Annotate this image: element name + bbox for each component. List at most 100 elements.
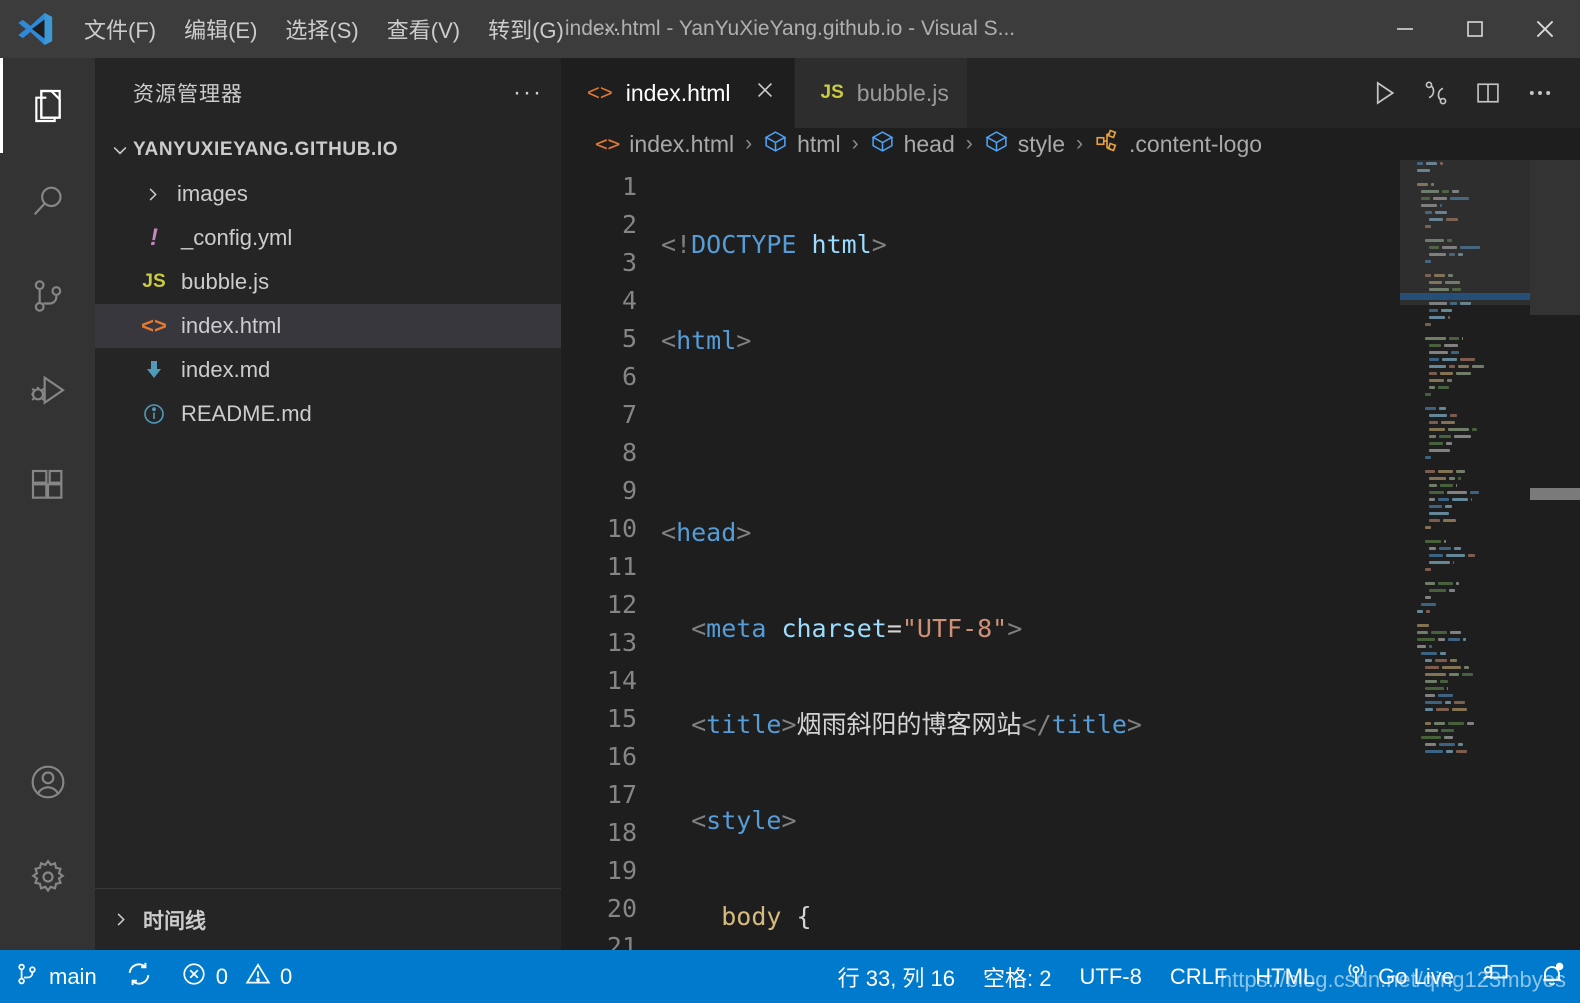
breadcrumb-label: head	[904, 131, 955, 158]
info-icon	[139, 402, 169, 426]
source-control-icon[interactable]	[0, 248, 95, 343]
editor-scrollbar[interactable]	[1530, 160, 1580, 950]
activity-bar	[0, 58, 95, 950]
minimap-line	[1410, 594, 1530, 601]
status-go-live[interactable]: Go Live	[1329, 950, 1468, 1003]
minimap-line	[1410, 608, 1530, 615]
menu-overflow-icon[interactable]: ···	[578, 10, 638, 48]
breadcrumb-item-file[interactable]: <> index.html	[595, 131, 734, 158]
maximize-icon[interactable]	[1440, 0, 1510, 58]
menu-file[interactable]: 文件(F)	[70, 7, 170, 51]
error-count: 0	[216, 964, 228, 990]
git-compare-icon[interactable]	[1410, 58, 1462, 128]
menu-go[interactable]: 转到(G)	[474, 7, 578, 51]
minimap[interactable]	[1400, 160, 1530, 950]
workbench: 资源管理器 ··· YANYUXIEYANG.GITHUB.IO images	[0, 58, 1580, 950]
minimap-line	[1410, 468, 1530, 475]
minimap-line	[1410, 699, 1530, 706]
tree-item-label: _config.yml	[181, 225, 292, 251]
timeline-section[interactable]: 时间线	[95, 888, 561, 950]
status-notifications[interactable]	[1524, 950, 1580, 1003]
line-number: 10	[561, 510, 637, 548]
line-number: 13	[561, 624, 637, 662]
minimap-line	[1410, 573, 1530, 580]
breadcrumb-label: style	[1018, 131, 1065, 158]
menu-view[interactable]: 查看(V)	[373, 7, 474, 51]
minimize-icon[interactable]	[1370, 0, 1440, 58]
breadcrumb-item-html[interactable]: html	[763, 129, 840, 160]
tab-index-html[interactable]: <> index.html	[561, 58, 795, 128]
minimap-line	[1410, 335, 1530, 342]
line-number: 16	[561, 738, 637, 776]
ellipsis-icon[interactable]	[1514, 58, 1566, 128]
sidebar-title: 资源管理器	[133, 78, 243, 108]
tree-item-label: bubble.js	[181, 269, 269, 295]
sidebar-more-actions-icon[interactable]: ···	[513, 79, 543, 107]
breadcrumb-item-content-logo[interactable]: .content-logo	[1094, 128, 1262, 160]
status-sync[interactable]	[111, 950, 167, 1003]
menu-selection[interactable]: 选择(S)	[271, 7, 372, 51]
tree-root-folder[interactable]: YANYUXIEYANG.GITHUB.IO	[95, 128, 561, 172]
line-number: 7	[561, 396, 637, 434]
minimap-slider[interactable]	[1400, 160, 1530, 305]
menu-edit[interactable]: 编辑(E)	[170, 7, 271, 51]
breadcrumb-item-style[interactable]: style	[984, 129, 1065, 160]
status-eol[interactable]: CRLF	[1156, 950, 1241, 1003]
breadcrumb-item-head[interactable]: head	[870, 129, 955, 160]
tree-item-images[interactable]: images	[95, 172, 561, 216]
close-icon[interactable]	[1510, 0, 1580, 58]
minimap-line	[1410, 447, 1530, 454]
minimap-line	[1410, 433, 1530, 440]
status-branch[interactable]: main	[0, 950, 111, 1003]
minimap-line	[1410, 622, 1530, 629]
status-screencast[interactable]	[1468, 950, 1524, 1003]
tree-item-index-html[interactable]: <> index.html	[95, 304, 561, 348]
minimap-line	[1410, 461, 1530, 468]
files-icon[interactable]	[0, 58, 95, 153]
gear-icon[interactable]	[0, 829, 95, 924]
account-icon[interactable]	[0, 734, 95, 829]
search-icon[interactable]	[0, 153, 95, 248]
tree-item-label: README.md	[181, 401, 312, 427]
minimap-line	[1410, 636, 1530, 643]
minimap-line	[1410, 706, 1530, 713]
html-file-icon: <>	[595, 132, 620, 156]
tab-bubble-js[interactable]: JS bubble.js	[795, 58, 968, 128]
status-encoding[interactable]: UTF-8	[1066, 950, 1156, 1003]
tree-item-index-md[interactable]: index.md	[95, 348, 561, 392]
minimap-line	[1410, 741, 1530, 748]
title-bar: 文件(F) 编辑(E) 选择(S) 查看(V) 转到(G) ··· index.…	[0, 0, 1580, 58]
minimap-line	[1410, 545, 1530, 552]
symbol-module-icon	[763, 129, 788, 160]
yaml-icon: !	[139, 224, 169, 252]
close-icon[interactable]	[754, 79, 776, 107]
code-content[interactable]: <!DOCTYPE html> <html> <head> <meta char…	[653, 160, 1400, 950]
status-indentation[interactable]: 空格: 2	[969, 950, 1065, 1003]
line-number: 4	[561, 282, 637, 320]
tree-item-config-yml[interactable]: ! _config.yml	[95, 216, 561, 260]
minimap-line	[1410, 454, 1530, 461]
minimap-line	[1410, 566, 1530, 573]
minimap-line	[1410, 475, 1530, 482]
breadcrumb-label: index.html	[629, 131, 734, 158]
status-cursor-position[interactable]: 行 33, 列 16	[824, 950, 969, 1003]
scrollbar-thumb[interactable]	[1530, 488, 1580, 500]
minimap-line	[1410, 384, 1530, 391]
tree-item-readme-md[interactable]: README.md	[95, 392, 561, 436]
code-editor[interactable]: 123456789101112131415161718192021 <!DOCT…	[561, 160, 1580, 950]
minimap-line	[1410, 489, 1530, 496]
tree-item-bubble-js[interactable]: JS bubble.js	[95, 260, 561, 304]
minimap-line	[1410, 419, 1530, 426]
extensions-icon[interactable]	[0, 438, 95, 533]
error-icon	[181, 961, 207, 993]
play-icon[interactable]	[1358, 58, 1410, 128]
status-language-mode[interactable]: HTML	[1241, 950, 1329, 1003]
bell-dot-icon	[1538, 960, 1566, 994]
tree-item-label: images	[177, 181, 248, 207]
status-problems[interactable]: 0 0	[167, 950, 307, 1003]
chevron-right-icon	[139, 185, 165, 204]
run-and-debug-icon[interactable]	[0, 343, 95, 438]
minimap-line	[1410, 587, 1530, 594]
line-number: 15	[561, 700, 637, 738]
split-editor-icon[interactable]	[1462, 58, 1514, 128]
